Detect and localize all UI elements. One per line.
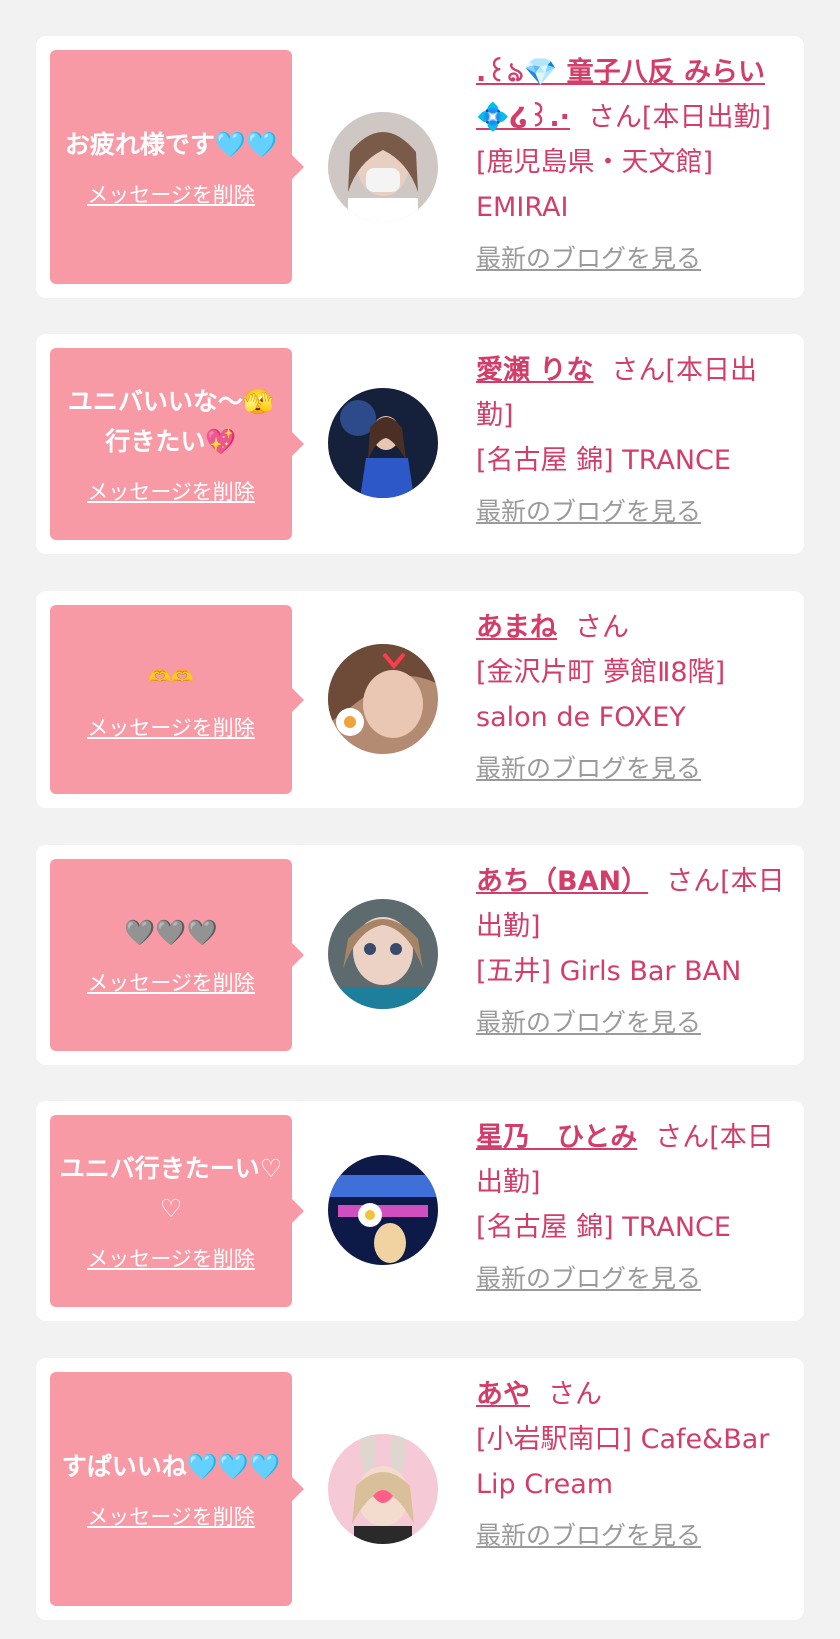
avatar-photo	[328, 112, 438, 222]
message-list: お疲れ様です🩵🩵 メッセージを削除 .꒰ঌ💎 童子八反 みらい💠໒꒱.· さん[本…	[0, 0, 840, 1639]
avatar[interactable]	[328, 388, 438, 498]
avatar-photo	[328, 899, 438, 1009]
shop-name: [名古屋 錦] TRANCE	[476, 1212, 731, 1243]
shop-name: [鹿児島県・天文館] EMIRAI	[476, 147, 714, 223]
delete-message-link[interactable]: メッセージを削除	[87, 476, 255, 506]
message-text: 🩶🩶🩶	[124, 918, 218, 947]
user-info: 愛瀬 りな さん[本日出勤] [名古屋 錦] TRANCE 最新のブログを見る	[476, 348, 792, 534]
message-bubble: お疲れ様です🩵🩵 メッセージを削除	[50, 50, 304, 284]
latest-blog-link[interactable]: 最新のブログを見る	[476, 236, 792, 281]
message-card: 🩶🩶🩶 メッセージを削除 あち（BAN） さん[本日出勤] [五井] Girls …	[36, 845, 804, 1065]
user-name-link[interactable]: 愛瀬 りな	[476, 355, 593, 386]
delete-message-link[interactable]: メッセージを削除	[87, 1243, 255, 1273]
message-card: すぱいいね🩵🩵🩵 メッセージを削除 あや さん [小岩駅南口] Cafe&Bar …	[36, 1358, 804, 1620]
user-name-link[interactable]: あち（BAN）	[476, 866, 648, 897]
user-name-link[interactable]: あまね	[476, 612, 557, 643]
message-text: ユニバ行きたーい♡♡	[59, 1154, 283, 1223]
user-info: あや さん [小岩駅南口] Cafe&Bar Lip Cream 最新のブログを見…	[476, 1372, 792, 1558]
user-name-link[interactable]: 星乃 ひとみ	[476, 1122, 637, 1153]
latest-blog-link[interactable]: 最新のブログを見る	[476, 1000, 792, 1045]
user-info: .꒰ঌ💎 童子八反 みらい💠໒꒱.· さん[本日出勤] [鹿児島県・天文館] EM…	[476, 50, 792, 281]
message-card: ユニバ行きたーい♡♡ メッセージを削除 星乃 ひとみ さん[本日出勤] [名古屋 …	[36, 1101, 804, 1321]
message-text: ユニバいいな〜🫣行きたい💖	[67, 387, 275, 456]
message-bubble: 🩶🩶🩶 メッセージを削除	[50, 859, 304, 1051]
message-card: 🫶🫶 メッセージを削除 あまね さん [金沢片町 夢館Ⅱ8階] salon de …	[36, 591, 804, 808]
message-text: お疲れ様です🩵🩵	[64, 130, 278, 159]
user-status: さん	[548, 1379, 602, 1410]
user-info: あまね さん [金沢片町 夢館Ⅱ8階] salon de FOXEY 最新のブログ…	[476, 605, 792, 791]
user-info: 星乃 ひとみ さん[本日出勤] [名古屋 錦] TRANCE 最新のブログを見る	[476, 1115, 792, 1301]
avatar-photo	[328, 1434, 438, 1544]
latest-blog-link[interactable]: 最新のブログを見る	[476, 489, 792, 534]
message-card: お疲れ様です🩵🩵 メッセージを削除 .꒰ঌ💎 童子八反 みらい💠໒꒱.· さん[本…	[36, 36, 804, 298]
avatar[interactable]	[328, 1434, 438, 1544]
avatar-photo	[328, 1155, 438, 1265]
delete-message-link[interactable]: メッセージを削除	[87, 1501, 255, 1531]
avatar-photo	[328, 644, 438, 754]
user-status: さん[本日出勤]	[587, 102, 772, 133]
user-status: さん	[575, 612, 629, 643]
avatar[interactable]	[328, 899, 438, 1009]
avatar-photo	[328, 388, 438, 498]
message-text: 🫶🫶	[148, 666, 194, 688]
user-name-link[interactable]: あや	[476, 1379, 530, 1410]
delete-message-link[interactable]: メッセージを削除	[87, 967, 255, 997]
message-text: すぱいいね🩵🩵🩵	[61, 1452, 281, 1481]
avatar[interactable]	[328, 112, 438, 222]
message-bubble: ユニバ行きたーい♡♡ メッセージを削除	[50, 1115, 304, 1307]
shop-name: [名古屋 錦] TRANCE	[476, 445, 731, 476]
message-bubble: ユニバいいな〜🫣行きたい💖 メッセージを削除	[50, 348, 304, 540]
latest-blog-link[interactable]: 最新のブログを見る	[476, 746, 792, 791]
latest-blog-link[interactable]: 最新のブログを見る	[476, 1513, 792, 1558]
message-card: ユニバいいな〜🫣行きたい💖 メッセージを削除 愛瀬 りな さん[本日出勤] [名古…	[36, 334, 804, 554]
shop-name: [小岩駅南口] Cafe&Bar Lip Cream	[476, 1424, 770, 1500]
delete-message-link[interactable]: メッセージを削除	[87, 179, 255, 209]
avatar[interactable]	[328, 1155, 438, 1265]
shop-name: [五井] Girls Bar BAN	[476, 956, 742, 987]
user-info: あち（BAN） さん[本日出勤] [五井] Girls Bar BAN 最新のブロ…	[476, 859, 792, 1045]
latest-blog-link[interactable]: 最新のブログを見る	[476, 1256, 792, 1301]
shop-name: [金沢片町 夢館Ⅱ8階] salon de FOXEY	[476, 657, 726, 733]
delete-message-link[interactable]: メッセージを削除	[87, 712, 255, 742]
message-bubble: 🫶🫶 メッセージを削除	[50, 605, 304, 794]
message-bubble: すぱいいね🩵🩵🩵 メッセージを削除	[50, 1372, 304, 1606]
avatar[interactable]	[328, 644, 438, 754]
